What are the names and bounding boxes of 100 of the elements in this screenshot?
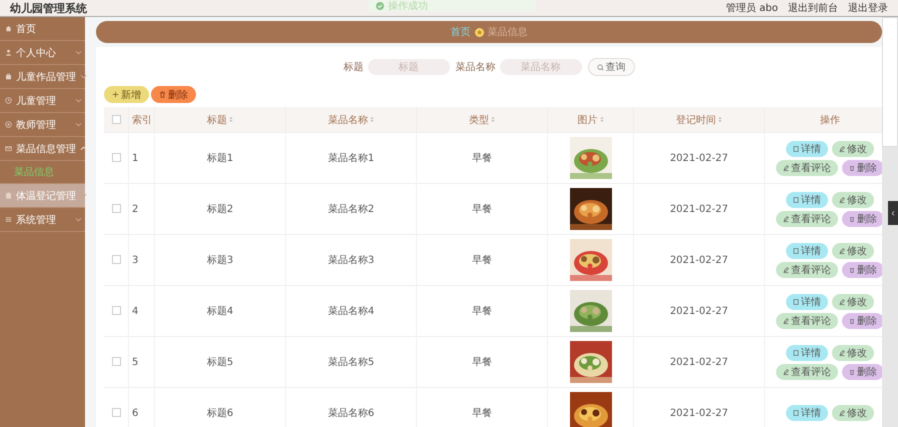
row-checkbox[interactable] [112, 153, 120, 162]
user-label: 管理员 abo [726, 2, 778, 15]
header-link[interactable]: 退出到前台 [788, 1, 838, 15]
column-header[interactable]: 菜品名称 [328, 112, 374, 126]
date-cell: 2021-02-27 [670, 254, 728, 266]
circle-icon [5, 121, 12, 128]
edit-button[interactable]: 修改 [832, 405, 874, 421]
detail-button[interactable]: 详情 [786, 344, 828, 360]
row-checkbox[interactable] [112, 357, 120, 366]
delete-button[interactable]: 删除 [842, 364, 882, 380]
sidebar-item[interactable]: 个人中心 [0, 41, 85, 65]
bag-icon [5, 73, 12, 80]
collapse-tab[interactable]: ‹ [888, 201, 898, 225]
header-link[interactable]: 退出登录 [848, 1, 888, 15]
trash-icon [849, 368, 855, 374]
row-checkbox[interactable] [112, 204, 120, 214]
date-cell: 2021-02-27 [670, 356, 728, 368]
type-cell: 早餐 [472, 408, 492, 419]
clipboard-icon [5, 192, 12, 199]
delete-button[interactable]: 删除 [842, 160, 882, 176]
column-header: 操作 [820, 114, 840, 126]
sidebar-item[interactable]: 系统管理 [0, 208, 85, 232]
delete-button[interactable]: 删除 [842, 312, 882, 328]
sliders-icon [5, 216, 12, 223]
index-cell: 6 [132, 408, 138, 418]
view-comments-button[interactable]: 查看评论 [776, 262, 838, 278]
detail-button[interactable]: 详情 [786, 294, 828, 310]
pencil-icon [783, 368, 789, 374]
sidebar-item[interactable]: 教师管理 [0, 113, 85, 137]
delete-button[interactable]: 删除 [842, 262, 882, 278]
view-comments-button[interactable]: 查看评论 [776, 312, 838, 328]
sort-icon [718, 116, 722, 123]
type-cell: 早餐 [472, 357, 492, 368]
trash-icon [849, 318, 855, 324]
detail-button[interactable]: 详情 [786, 192, 828, 208]
document-icon [793, 350, 799, 356]
pencil-icon [783, 216, 789, 222]
pencil-icon [839, 298, 845, 304]
column-header: 索引 [132, 114, 152, 126]
trash-icon [159, 91, 166, 98]
pencil-icon [839, 146, 845, 152]
title-cell: 标题1 [206, 153, 234, 164]
column-header[interactable]: 类型 [469, 112, 495, 126]
index-cell: 2 [132, 204, 138, 214]
pencil-icon [839, 196, 845, 202]
success-icon [376, 2, 384, 10]
type-cell: 早餐 [472, 153, 492, 164]
type-cell: 早餐 [472, 204, 492, 215]
view-comments-button[interactable]: 查看评论 [776, 160, 838, 176]
edit-button[interactable]: 修改 [832, 344, 874, 360]
title-cell: 标题3 [206, 255, 234, 266]
sort-icon [229, 116, 233, 123]
sidebar-item[interactable]: 儿童作品管理 [0, 65, 85, 89]
pencil-icon [839, 410, 845, 416]
edit-button[interactable]: 修改 [832, 294, 874, 310]
index-cell: 5 [132, 356, 138, 368]
date-cell: 2021-02-27 [670, 204, 728, 214]
trash-icon [849, 266, 855, 272]
sort-icon [600, 116, 604, 123]
select-all-checkbox[interactable] [112, 114, 120, 124]
dish-name-cell: 菜品名称1 [328, 153, 374, 164]
column-header[interactable]: 图片 [578, 112, 604, 126]
view-comments-button[interactable]: 查看评论 [776, 210, 838, 226]
dish-name-cell: 菜品名称3 [328, 255, 374, 266]
detail-button[interactable]: 详情 [786, 242, 828, 258]
row-checkbox[interactable] [112, 306, 120, 316]
search-field[interactable]: 标题 [368, 59, 450, 75]
pencil-icon [839, 248, 845, 254]
pencil-icon [783, 318, 789, 324]
home-icon [5, 25, 12, 32]
detail-button[interactable]: 详情 [786, 405, 828, 421]
add-button[interactable]: 新增 [104, 86, 149, 103]
edit-button[interactable]: 修改 [832, 140, 874, 156]
index-cell: 3 [132, 254, 138, 266]
trash-icon [849, 164, 855, 170]
column-header[interactable]: 标题 [207, 112, 233, 126]
row-checkbox[interactable] [112, 255, 120, 264]
view-comments-button[interactable]: 查看评论 [776, 364, 838, 380]
delete-button[interactable]: 删除 [151, 86, 196, 103]
search-button[interactable]: 查询 [588, 58, 634, 76]
row-checkbox[interactable] [112, 408, 120, 418]
edit-button[interactable]: 修改 [832, 242, 874, 258]
title-cell: 标题6 [206, 408, 234, 419]
document-icon [793, 146, 799, 152]
search-field[interactable]: 菜品名称 [500, 59, 582, 75]
sidebar-item[interactable]: 儿童管理 [0, 89, 85, 113]
pencil-icon [783, 164, 789, 170]
sidebar-item[interactable]: 首页 [0, 17, 85, 41]
title-cell: 标题2 [206, 204, 234, 215]
detail-button[interactable]: 详情 [786, 140, 828, 156]
delete-button[interactable]: 删除 [842, 210, 882, 226]
person-icon [5, 49, 12, 56]
app-title: 幼儿园管理系统 [10, 0, 87, 16]
sidebar-item[interactable]: 菜品信息管理 [0, 137, 85, 161]
plus-icon [112, 91, 119, 98]
edit-button[interactable]: 修改 [832, 192, 874, 208]
star-icon [474, 28, 484, 36]
search-icon [596, 64, 604, 70]
column-header[interactable]: 登记时间 [676, 112, 722, 126]
index-cell: 4 [132, 306, 138, 316]
